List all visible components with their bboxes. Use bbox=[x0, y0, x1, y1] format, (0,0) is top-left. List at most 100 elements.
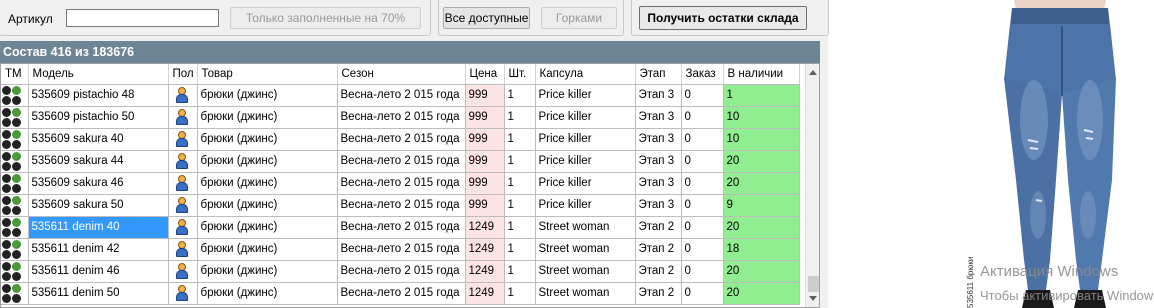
model-cell[interactable]: 535609 pistachio 48 bbox=[28, 84, 169, 107]
order-cell[interactable]: 0 bbox=[681, 106, 724, 129]
order-cell[interactable]: 0 bbox=[681, 84, 724, 107]
model-cell[interactable]: 535609 pistachio 50 bbox=[28, 106, 169, 129]
get-stock-button[interactable]: Получить остатки склада bbox=[639, 6, 807, 30]
capsule-cell[interactable]: Street woman bbox=[535, 260, 636, 283]
column-header[interactable]: Капсула bbox=[535, 64, 636, 85]
column-header[interactable]: В наличии bbox=[723, 64, 800, 85]
column-header[interactable]: Цена bbox=[465, 64, 505, 85]
price-cell[interactable]: 999 bbox=[465, 194, 505, 217]
stock-cell[interactable]: 1 bbox=[723, 84, 800, 107]
table-row[interactable]: 535609 pistachio 48 брюки (джинс) Весна-ле… bbox=[1, 84, 800, 107]
model-cell[interactable]: 535609 sakura 50 bbox=[28, 194, 169, 217]
season-cell[interactable]: Весна-лето 2 015 года bbox=[337, 216, 466, 239]
stock-cell[interactable]: 20 bbox=[723, 216, 800, 239]
price-cell[interactable]: 999 bbox=[465, 150, 505, 173]
capsule-cell[interactable]: Price killer bbox=[535, 84, 636, 107]
price-cell[interactable]: 1249 bbox=[465, 238, 505, 261]
product-cell[interactable]: брюки (джинс) bbox=[197, 172, 338, 195]
season-cell[interactable]: Весна-лето 2 015 года bbox=[337, 106, 466, 129]
season-cell[interactable]: Весна-лето 2 015 года bbox=[337, 128, 466, 151]
stage-cell[interactable]: Этап 3 bbox=[635, 150, 682, 173]
product-cell[interactable]: брюки (джинс) bbox=[197, 194, 338, 217]
product-cell[interactable]: брюки (джинс) bbox=[197, 150, 338, 173]
qty-cell[interactable]: 1 bbox=[504, 128, 536, 151]
capsule-cell[interactable]: Price killer bbox=[535, 194, 636, 217]
season-cell[interactable]: Весна-лето 2 015 года bbox=[337, 194, 466, 217]
order-cell[interactable]: 0 bbox=[681, 194, 724, 217]
stock-cell[interactable]: 20 bbox=[723, 172, 800, 195]
column-header[interactable]: Этап bbox=[635, 64, 682, 85]
model-cell[interactable]: 535611 denim 46 bbox=[28, 260, 169, 283]
product-cell[interactable]: брюки (джинс) bbox=[197, 128, 338, 151]
season-cell[interactable]: Весна-лето 2 015 года bbox=[337, 282, 466, 305]
stock-cell[interactable]: 18 bbox=[723, 238, 800, 261]
price-cell[interactable]: 999 bbox=[465, 172, 505, 195]
capsule-cell[interactable]: Price killer bbox=[535, 128, 636, 151]
stage-cell[interactable]: Этап 2 bbox=[635, 282, 682, 305]
table-row[interactable]: 535609 sakura 40 брюки (джинс) Весна-лето … bbox=[1, 128, 800, 151]
stage-cell[interactable]: Этап 3 bbox=[635, 106, 682, 129]
stage-cell[interactable]: Этап 3 bbox=[635, 194, 682, 217]
qty-cell[interactable]: 1 bbox=[504, 238, 536, 261]
stage-cell[interactable]: Этап 3 bbox=[635, 172, 682, 195]
season-cell[interactable]: Весна-лето 2 015 года bbox=[337, 172, 466, 195]
stock-cell[interactable]: 20 bbox=[723, 282, 800, 305]
model-cell[interactable]: 535609 sakura 44 bbox=[28, 150, 169, 173]
price-cell[interactable]: 1249 bbox=[465, 282, 505, 305]
gorki-button[interactable]: Горками bbox=[541, 7, 617, 29]
capsule-cell[interactable]: Street woman bbox=[535, 216, 636, 239]
product-cell[interactable]: брюки (джинс) bbox=[197, 106, 338, 129]
qty-cell[interactable]: 1 bbox=[504, 216, 536, 239]
qty-cell[interactable]: 1 bbox=[504, 282, 536, 305]
capsule-cell[interactable]: Price killer bbox=[535, 172, 636, 195]
stage-cell[interactable]: Этап 3 bbox=[635, 128, 682, 151]
stock-cell[interactable]: 10 bbox=[723, 128, 800, 151]
season-cell[interactable]: Весна-лето 2 015 года bbox=[337, 84, 466, 107]
stock-cell[interactable]: 20 bbox=[723, 150, 800, 173]
column-header[interactable]: ТМ bbox=[1, 64, 29, 85]
stock-grid[interactable]: ТМ Модель Пол Товар Сезон Цена Шт. Капсула Этап З… bbox=[0, 63, 820, 308]
model-cell[interactable]: 535611 denim 42 bbox=[28, 238, 169, 261]
stock-cell[interactable]: 20 bbox=[723, 260, 800, 283]
product-cell[interactable]: брюки (джинс) bbox=[197, 282, 338, 305]
stock-cell[interactable]: 9 bbox=[723, 194, 800, 217]
capsule-cell[interactable]: Price killer bbox=[535, 106, 636, 129]
stage-cell[interactable]: Этап 2 bbox=[635, 238, 682, 261]
table-row[interactable]: 535611 denim 50 брюки (джинс) Весна-лето 2… bbox=[1, 282, 800, 305]
qty-cell[interactable]: 1 bbox=[504, 106, 536, 129]
column-header[interactable]: Шт. bbox=[504, 64, 536, 85]
model-cell[interactable]: 535611 denim 50 bbox=[28, 282, 169, 305]
article-input[interactable] bbox=[66, 9, 219, 27]
price-cell[interactable]: 999 bbox=[465, 84, 505, 107]
table-row[interactable]: 535609 sakura 44 брюки (джинс) Весна-лето … bbox=[1, 150, 800, 173]
scroll-down-icon[interactable] bbox=[809, 296, 817, 301]
season-cell[interactable]: Весна-лето 2 015 года bbox=[337, 260, 466, 283]
table-row[interactable]: 535609 pistachio 50 брюки (джинс) Весна-ле… bbox=[1, 106, 800, 129]
qty-cell[interactable]: 1 bbox=[504, 150, 536, 173]
table-row[interactable]: 535611 denim 42 брюки (джинс) Весна-лето 2… bbox=[1, 238, 800, 261]
order-cell[interactable]: 0 bbox=[681, 128, 724, 151]
order-cell[interactable]: 0 bbox=[681, 150, 724, 173]
season-cell[interactable]: Весна-лето 2 015 года bbox=[337, 150, 466, 173]
column-header[interactable]: Пол bbox=[168, 64, 198, 85]
qty-cell[interactable]: 1 bbox=[504, 172, 536, 195]
order-cell[interactable]: 0 bbox=[681, 216, 724, 239]
product-cell[interactable]: брюки (джинс) bbox=[197, 260, 338, 283]
price-cell[interactable]: 1249 bbox=[465, 260, 505, 283]
column-header[interactable]: Товар bbox=[197, 64, 338, 85]
qty-cell[interactable]: 1 bbox=[504, 194, 536, 217]
qty-cell[interactable]: 1 bbox=[504, 84, 536, 107]
capsule-cell[interactable]: Street woman bbox=[535, 282, 636, 305]
product-cell[interactable]: брюки (джинс) bbox=[197, 84, 338, 107]
model-cell[interactable]: 535609 sakura 40 bbox=[28, 128, 169, 151]
product-cell[interactable]: брюки (джинс) bbox=[197, 238, 338, 261]
table-row[interactable]: 535609 sakura 50 брюки (джинс) Весна-лето … bbox=[1, 194, 800, 217]
stage-cell[interactable]: Этап 2 bbox=[635, 216, 682, 239]
model-cell[interactable]: 535609 sakura 46 bbox=[28, 172, 169, 195]
order-cell[interactable]: 0 bbox=[681, 238, 724, 261]
table-row[interactable]: 535611 denim 40 брюки (джинс) Весна-лето 2… bbox=[1, 216, 800, 239]
table-row[interactable]: 535609 sakura 46 брюки (джинс) Весна-лето … bbox=[1, 172, 800, 195]
filled-70-button[interactable]: Только заполненные на 70% bbox=[230, 7, 421, 29]
price-cell[interactable]: 999 bbox=[465, 128, 505, 151]
table-row[interactable]: 535611 denim 46 брюки (джинс) Весна-лето 2… bbox=[1, 260, 800, 283]
